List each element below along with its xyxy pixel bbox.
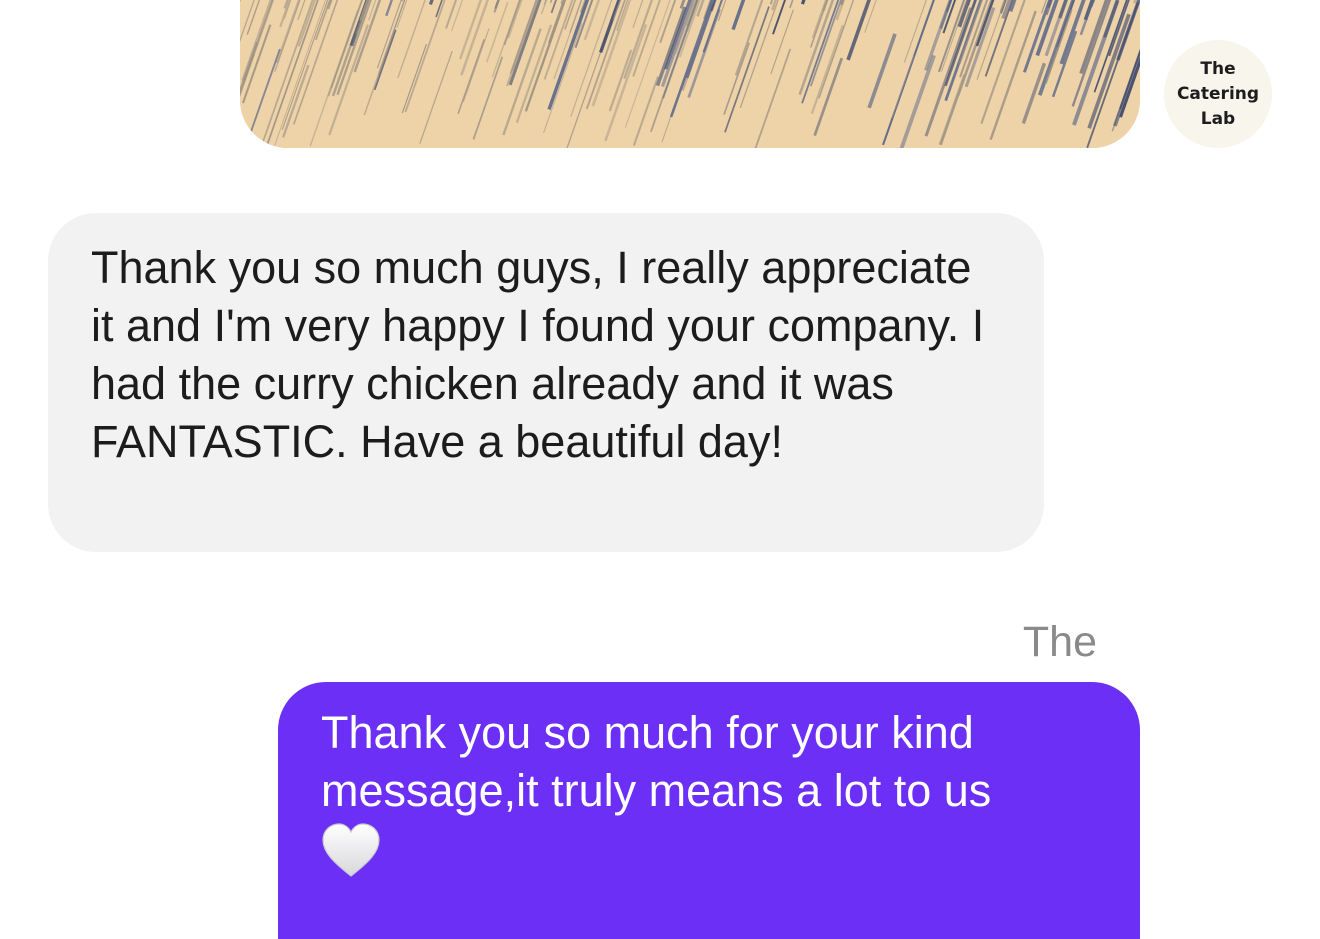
image-message[interactable] [240, 0, 1140, 148]
outgoing-message-text: Thank you so much for your kind message,… [321, 707, 992, 816]
avatar-label: The Catering Lab [1176, 58, 1260, 129]
avatar[interactable]: The Catering Lab [1164, 40, 1272, 148]
photo-thumbnail [240, 0, 1140, 148]
chat-thread: The Catering Lab Thank you so much guys,… [0, 0, 1320, 939]
incoming-message-text: Thank you so much guys, I really appreci… [91, 242, 985, 467]
outgoing-message-bubble[interactable]: Thank you so much for your kind message,… [278, 682, 1140, 939]
sender-name: The [1022, 618, 1097, 666]
incoming-message-bubble[interactable]: Thank you so much guys, I really appreci… [48, 213, 1044, 552]
white-heart-icon [322, 823, 380, 877]
